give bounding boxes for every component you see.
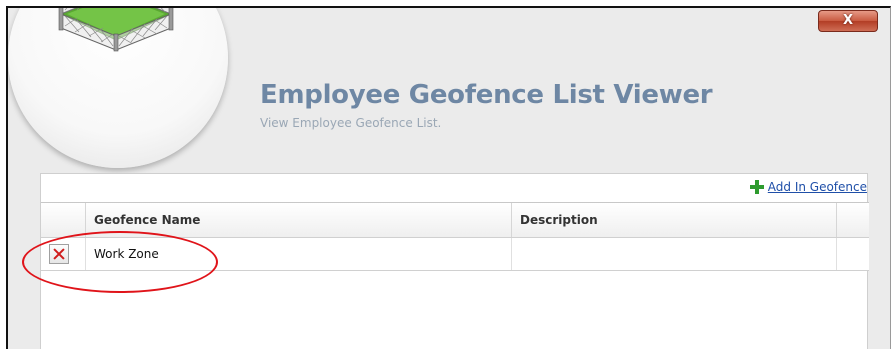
- close-button[interactable]: X: [818, 10, 878, 32]
- column-header-description[interactable]: Description: [511, 203, 836, 237]
- page-subtitle: View Employee Geofence List.: [260, 116, 442, 130]
- filler-cell: [836, 238, 869, 270]
- logo-badge: [8, 8, 228, 168]
- description-cell: [511, 238, 836, 270]
- plus-icon: [749, 180, 764, 194]
- add-geofence-label: Add In Geofence: [767, 180, 867, 194]
- table-row[interactable]: Work Zone: [41, 238, 869, 271]
- column-header-filler: [836, 203, 869, 237]
- geofence-grid: Geofence Name Description Work Zone: [41, 202, 869, 271]
- geofence-list-panel: Add In Geofence Geofence Name Descriptio…: [40, 173, 869, 349]
- page-title: Employee Geofence List Viewer: [260, 80, 713, 110]
- grid-header: Geofence Name Description: [41, 203, 869, 238]
- fenced-grass-icon: [58, 8, 174, 52]
- dialog-window: X Employee Geofence List Viewer View Emp…: [6, 6, 891, 349]
- add-geofence-link[interactable]: Add In Geofence: [749, 180, 867, 194]
- delete-x-icon[interactable]: [49, 244, 69, 264]
- geofence-name-cell: Work Zone: [85, 238, 511, 270]
- column-header-geofence-name[interactable]: Geofence Name: [85, 203, 511, 237]
